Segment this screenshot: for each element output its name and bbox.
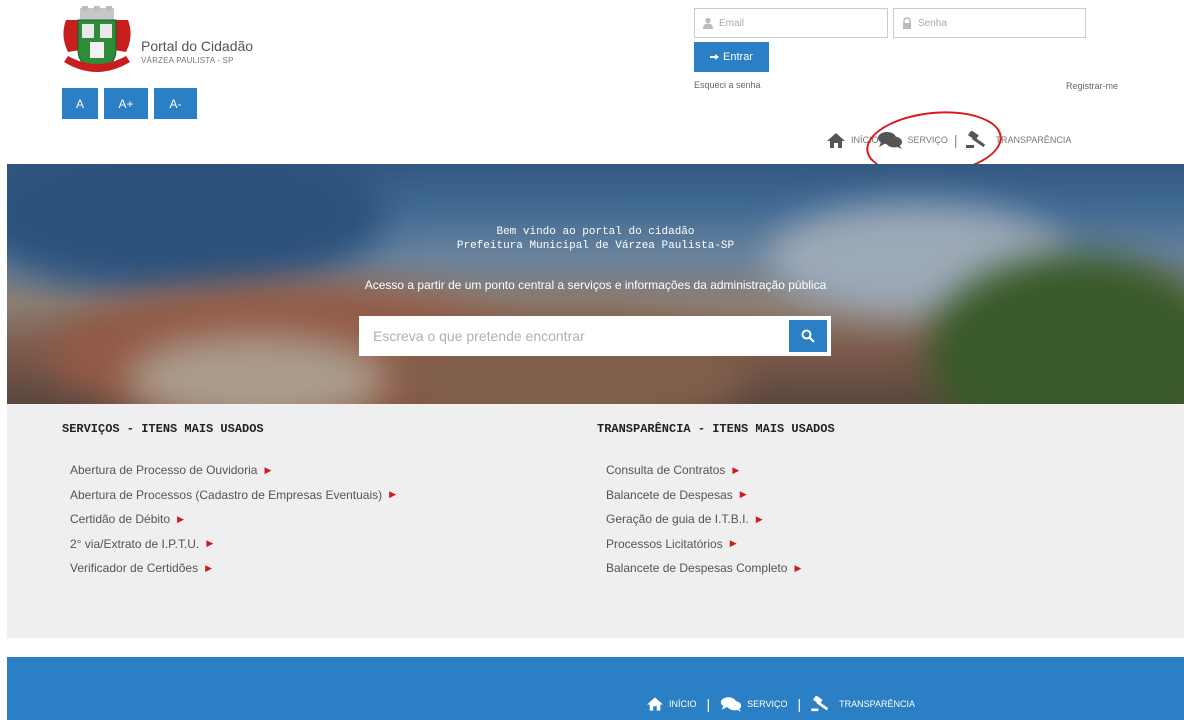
- search-input[interactable]: [359, 328, 789, 344]
- senha-field[interactable]: [893, 8, 1086, 38]
- search-button[interactable]: [789, 320, 827, 352]
- list-item[interactable]: Geração de guia de I.T.B.I. ▶: [606, 507, 801, 532]
- font-normal-button[interactable]: A: [62, 88, 98, 119]
- caret-right-icon: ▶: [389, 489, 397, 500]
- nav-transparencia-label: TRANSPARÊNCIA: [995, 135, 1072, 145]
- city-name: VÁRZEA PAULISTA - SP: [141, 56, 234, 65]
- transparency-link[interactable]: Geração de guia de I.T.B.I.: [606, 512, 749, 526]
- footer-nav-transparencia-label: TRANSPARÊNCIA: [839, 699, 916, 709]
- home-icon: [647, 697, 663, 711]
- caret-right-icon: ▶: [205, 562, 212, 573]
- search-icon: [801, 329, 815, 343]
- footer-navigation: INÍCIO | SERVIÇO | TRANSPARÊNCIA: [647, 696, 915, 712]
- search-bar: [359, 316, 831, 356]
- caret-right-icon: ▶: [794, 562, 802, 573]
- transparency-link[interactable]: Processos Licitatórios: [606, 537, 723, 551]
- list-item[interactable]: Abertura de Processos (Cadastro de Empre…: [70, 483, 396, 508]
- caret-right-icon: ▶: [177, 513, 184, 524]
- hero-tagline: Acesso a partir de um ponto central a se…: [364, 278, 827, 292]
- font-increase-button[interactable]: A+: [104, 88, 148, 119]
- list-item[interactable]: Consulta de Contratos ▶: [606, 458, 801, 483]
- senha-input[interactable]: [918, 17, 1068, 29]
- services-list: Abertura de Processo de Ouvidoria ▶ Abert…: [70, 458, 396, 581]
- service-link[interactable]: Abertura de Processo de Ouvidoria: [70, 463, 257, 477]
- footer-separator: |: [706, 696, 711, 712]
- transparency-link[interactable]: Balancete de Despesas: [606, 488, 733, 502]
- list-item[interactable]: 2° via/Extrato de I.P.T.U. ▶: [70, 532, 396, 557]
- font-decrease-button[interactable]: A-: [154, 88, 197, 119]
- portal-title: Portal do Cidadão: [141, 38, 254, 54]
- list-item[interactable]: Verificador de Certidões ▶: [70, 556, 396, 581]
- list-item[interactable]: Balancete de Despesas ▶: [606, 483, 801, 508]
- hero-welcome-line1: Bem vindo ao portal do cidadão: [496, 226, 695, 238]
- hero-banner: Bem vindo ao portal do cidadão Prefeitur…: [7, 164, 1184, 404]
- list-item[interactable]: Certidão de Débito ▶: [70, 507, 396, 532]
- lock-icon: [903, 17, 911, 29]
- caret-right-icon: ▶: [264, 464, 272, 475]
- service-link[interactable]: Verificador de Certidões: [70, 561, 198, 575]
- entrar-label: Entrar: [723, 51, 753, 63]
- gavel-icon: [811, 696, 829, 712]
- transparency-link[interactable]: Consulta de Contratos: [606, 463, 725, 477]
- transparency-list: Consulta de Contratos ▶ Balancete de Desp…: [606, 458, 801, 581]
- most-used-section: SERVIÇOS - ITENS MAIS USADOS Abertura de…: [7, 404, 1184, 638]
- caret-right-icon: ▶: [732, 464, 740, 475]
- footer-nav-servico-label: SERVIÇO: [747, 699, 788, 709]
- caret-right-icon: ▶: [739, 489, 747, 500]
- city-coat-of-arms-logo: [63, 6, 131, 72]
- transparency-heading: TRANSPARÊNCIA - ITENS MAIS USADOS: [597, 422, 835, 436]
- footer-nav-inicio[interactable]: INÍCIO: [647, 697, 697, 711]
- footer-separator: |: [797, 696, 802, 712]
- forgot-password-link[interactable]: Esqueci a senha: [694, 80, 761, 90]
- footer-nav-servico[interactable]: SERVIÇO: [720, 696, 788, 712]
- list-item[interactable]: Balancete de Despesas Completo ▶: [606, 556, 801, 581]
- caret-right-icon: ▶: [206, 538, 214, 549]
- service-link[interactable]: Certidão de Débito: [70, 512, 170, 526]
- register-link[interactable]: Registrar-me: [1066, 81, 1118, 91]
- service-link[interactable]: Abertura de Processos (Cadastro de Empre…: [70, 488, 382, 502]
- footer-nav-transparencia[interactable]: TRANSPARÊNCIA: [811, 696, 915, 712]
- footer: INÍCIO | SERVIÇO | TRANSPARÊNCIA: [7, 657, 1184, 720]
- person-icon: [703, 17, 713, 29]
- email-field[interactable]: [694, 8, 888, 38]
- hero-welcome-line2: Prefeitura Municipal de Várzea Paulista-…: [456, 240, 735, 252]
- email-input[interactable]: [719, 17, 869, 29]
- home-icon: [827, 132, 845, 148]
- sign-in-icon: [710, 54, 720, 60]
- footer-nav-inicio-label: INÍCIO: [669, 699, 697, 709]
- chat-icon: [721, 697, 742, 712]
- services-heading: SERVIÇOS - ITENS MAIS USADOS: [62, 422, 264, 436]
- caret-right-icon: ▶: [729, 538, 737, 549]
- transparency-link[interactable]: Balancete de Despesas Completo: [606, 561, 787, 575]
- list-item[interactable]: Processos Licitatórios ▶: [606, 532, 801, 557]
- entrar-button[interactable]: Entrar: [694, 42, 769, 72]
- service-link[interactable]: 2° via/Extrato de I.P.T.U.: [70, 537, 199, 551]
- caret-right-icon: ▶: [755, 513, 763, 524]
- list-item[interactable]: Abertura de Processo de Ouvidoria ▶: [70, 458, 396, 483]
